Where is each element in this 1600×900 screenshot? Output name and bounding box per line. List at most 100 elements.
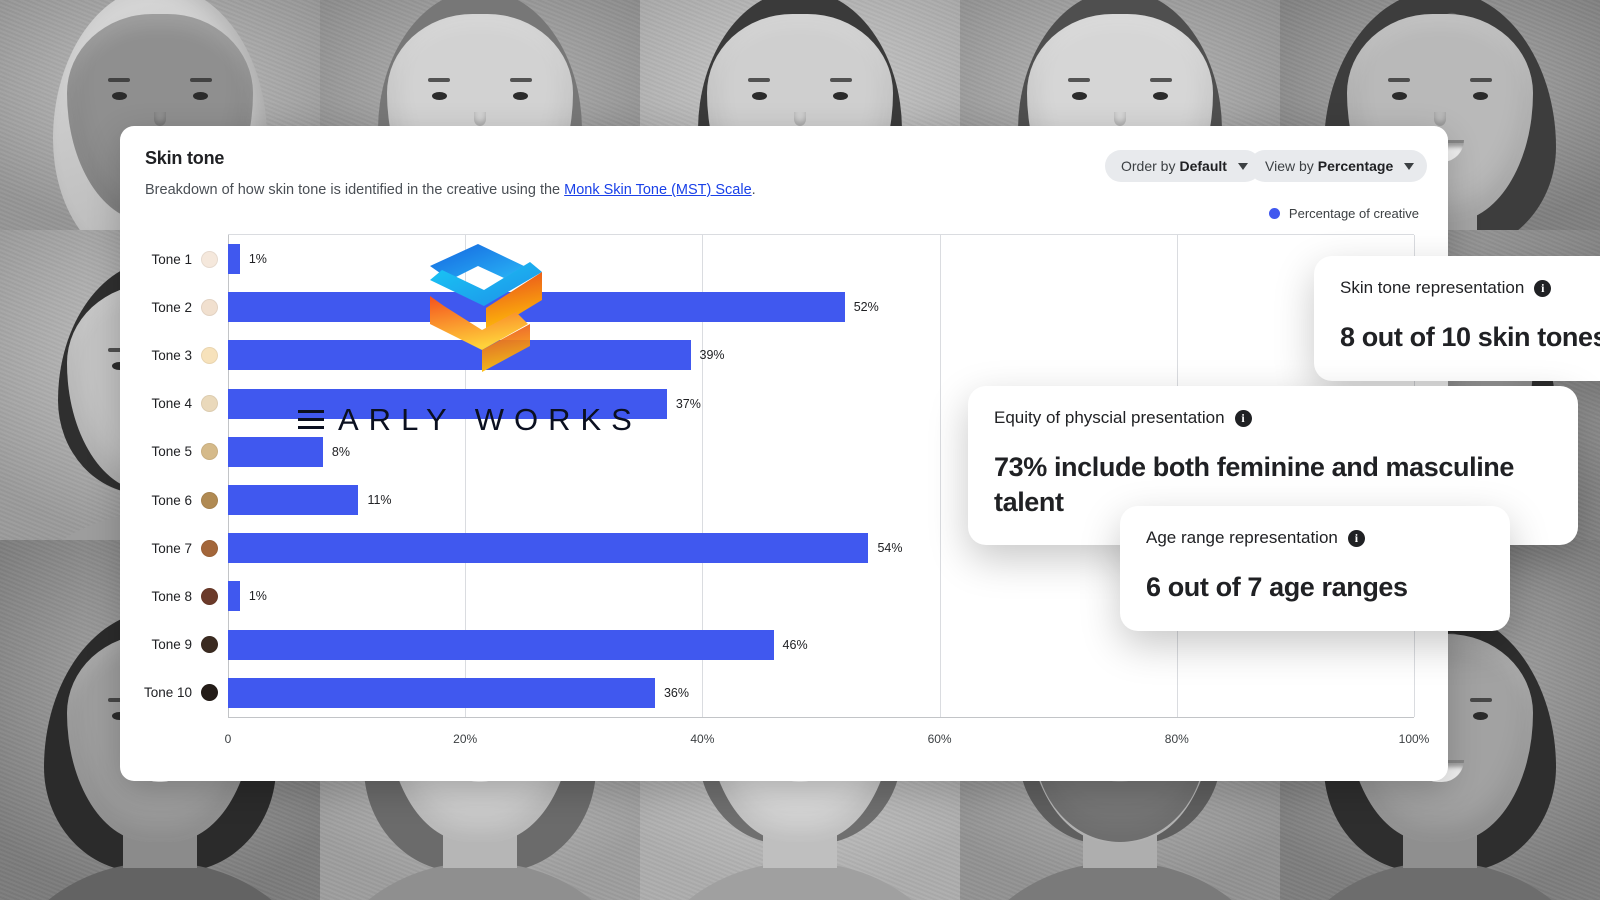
chart-bar[interactable]: [228, 533, 869, 564]
chart-bar-row: Tone 10 36%: [144, 677, 1414, 708]
chart-bar-row: Tone 3 39%: [151, 340, 1414, 371]
skin-tone-swatch: [201, 346, 218, 364]
bar-value-label: 11%: [367, 493, 392, 508]
nose: [794, 112, 806, 126]
page-title: Skin tone: [145, 148, 225, 168]
eyebrow: [1388, 78, 1410, 82]
chart-x-axis: 0 20% 40% 60% 80% 100%: [224, 732, 1430, 752]
insight-heading-row: Skin tone representation i: [1340, 278, 1600, 298]
nose: [474, 112, 486, 126]
skin-tone-swatch: [201, 539, 218, 557]
chart-bar[interactable]: [228, 629, 774, 660]
insight-value: 8 out of 10 skin tones: [1340, 322, 1600, 352]
eye: [752, 92, 767, 100]
legend-color-dot: [1268, 208, 1280, 219]
skin-tone-swatch: [201, 636, 218, 654]
insight-heading: Skin tone representation: [1340, 278, 1525, 297]
bar-category-name: Tone 3: [151, 347, 192, 363]
nose: [1114, 112, 1126, 126]
bar-value-label: 1%: [248, 252, 267, 267]
skin-tone-swatch: [201, 395, 218, 413]
bar-value-label: 54%: [877, 541, 903, 556]
insight-value: 6 out of 7 age ranges: [1146, 572, 1408, 602]
eye: [1392, 92, 1407, 100]
bar-value-label: 46%: [782, 637, 808, 652]
eyebrow: [1470, 698, 1492, 702]
bar-category-label: Tone 1: [151, 250, 218, 268]
skin-tone-swatch: [201, 298, 218, 316]
eye: [193, 92, 208, 100]
bar-value-label: 1%: [248, 589, 267, 604]
insight-heading: Age range representation: [1146, 528, 1338, 547]
bar-category-name: Tone 8: [151, 588, 192, 604]
info-icon[interactable]: i: [1534, 279, 1552, 297]
mst-scale-link[interactable]: Monk Skin Tone (MST) Scale: [564, 182, 752, 198]
insight-heading-row: Age range representation i: [1146, 528, 1484, 548]
eyebrow: [1470, 78, 1492, 82]
chart-bar[interactable]: [228, 485, 359, 516]
chart-bar[interactable]: [228, 292, 845, 323]
skin-tone-swatch: [201, 443, 218, 461]
insight-heading-row: Equity of physcial presentation i: [994, 408, 1552, 428]
skin-tone-swatch: [201, 250, 218, 268]
eye: [833, 92, 848, 100]
bar-category-name: Tone 5: [151, 444, 192, 460]
eye: [1153, 92, 1168, 100]
bar-category-name: Tone 10: [143, 685, 192, 701]
bar-category-label: Tone 4: [151, 395, 218, 413]
bar-category-label: Tone 9: [151, 636, 218, 654]
bar-value-label: 36%: [663, 685, 689, 700]
x-axis-tick-label: 60%: [927, 732, 952, 746]
skin-tone-swatch: [201, 587, 218, 605]
x-axis-tick-label: 40%: [690, 732, 715, 746]
order-by-dropdown[interactable]: Order by Default: [1105, 150, 1261, 182]
bar-category-name: Tone 7: [151, 540, 192, 556]
view-by-value: Percentage: [1317, 158, 1394, 174]
subtitle-text-after: .: [751, 182, 756, 198]
x-axis-tick-label: 80%: [1164, 732, 1189, 746]
chevron-down-icon: [1404, 162, 1415, 170]
info-icon[interactable]: i: [1234, 409, 1252, 427]
chart-bar[interactable]: [228, 436, 323, 467]
chart-bar-row: Tone 9 46%: [151, 629, 1414, 660]
chart-bar-row: Tone 2 52%: [151, 292, 1414, 323]
view-by-dropdown[interactable]: View by Percentage: [1249, 150, 1428, 182]
chart-bar[interactable]: [228, 677, 655, 708]
bar-category-label: Tone 7: [151, 539, 218, 557]
bar-category-label: Tone 2: [151, 298, 218, 316]
skin-tone-swatch: [201, 684, 218, 702]
chart-bar[interactable]: [228, 388, 667, 419]
bar-category-name: Tone 9: [151, 637, 192, 653]
nose: [1434, 112, 1446, 126]
bar-category-name: Tone 4: [151, 396, 192, 412]
x-axis-tick-label: 20%: [453, 732, 478, 746]
view-by-label: View by: [1265, 158, 1314, 174]
chart-bar[interactable]: [228, 581, 240, 612]
bar-value-label: 39%: [699, 348, 725, 363]
eye: [112, 92, 127, 100]
eyebrow: [428, 78, 450, 82]
skin-tone-swatch: [201, 491, 218, 509]
bar-category-label: Tone 8: [151, 587, 218, 605]
info-icon[interactable]: i: [1347, 529, 1365, 547]
x-axis-tick-label: 0: [224, 732, 232, 746]
bar-category-label: Tone 10: [143, 684, 218, 702]
bar-value-label: 52%: [853, 300, 879, 315]
chevron-down-icon: [1237, 162, 1248, 170]
order-by-value: Default: [1179, 158, 1227, 174]
order-by-label: Order by: [1121, 158, 1176, 174]
bar-category-name: Tone 6: [151, 492, 192, 508]
bar-category-label: Tone 6: [151, 491, 218, 509]
chart-bar[interactable]: [228, 244, 240, 275]
eye: [1473, 92, 1488, 100]
bar-category-label: Tone 3: [151, 346, 218, 364]
eyebrow: [1068, 78, 1090, 82]
insight-heading: Equity of physcial presentation: [994, 408, 1225, 427]
chart-bar[interactable]: [228, 340, 691, 371]
bar-category-label: Tone 5: [151, 443, 218, 461]
insight-card-age-range-representation: Age range representation i 6 out of 7 ag…: [1120, 506, 1510, 631]
eyebrow: [830, 78, 852, 82]
eyebrow: [108, 78, 130, 82]
eyebrow: [190, 78, 212, 82]
bar-category-name: Tone 1: [151, 251, 192, 267]
